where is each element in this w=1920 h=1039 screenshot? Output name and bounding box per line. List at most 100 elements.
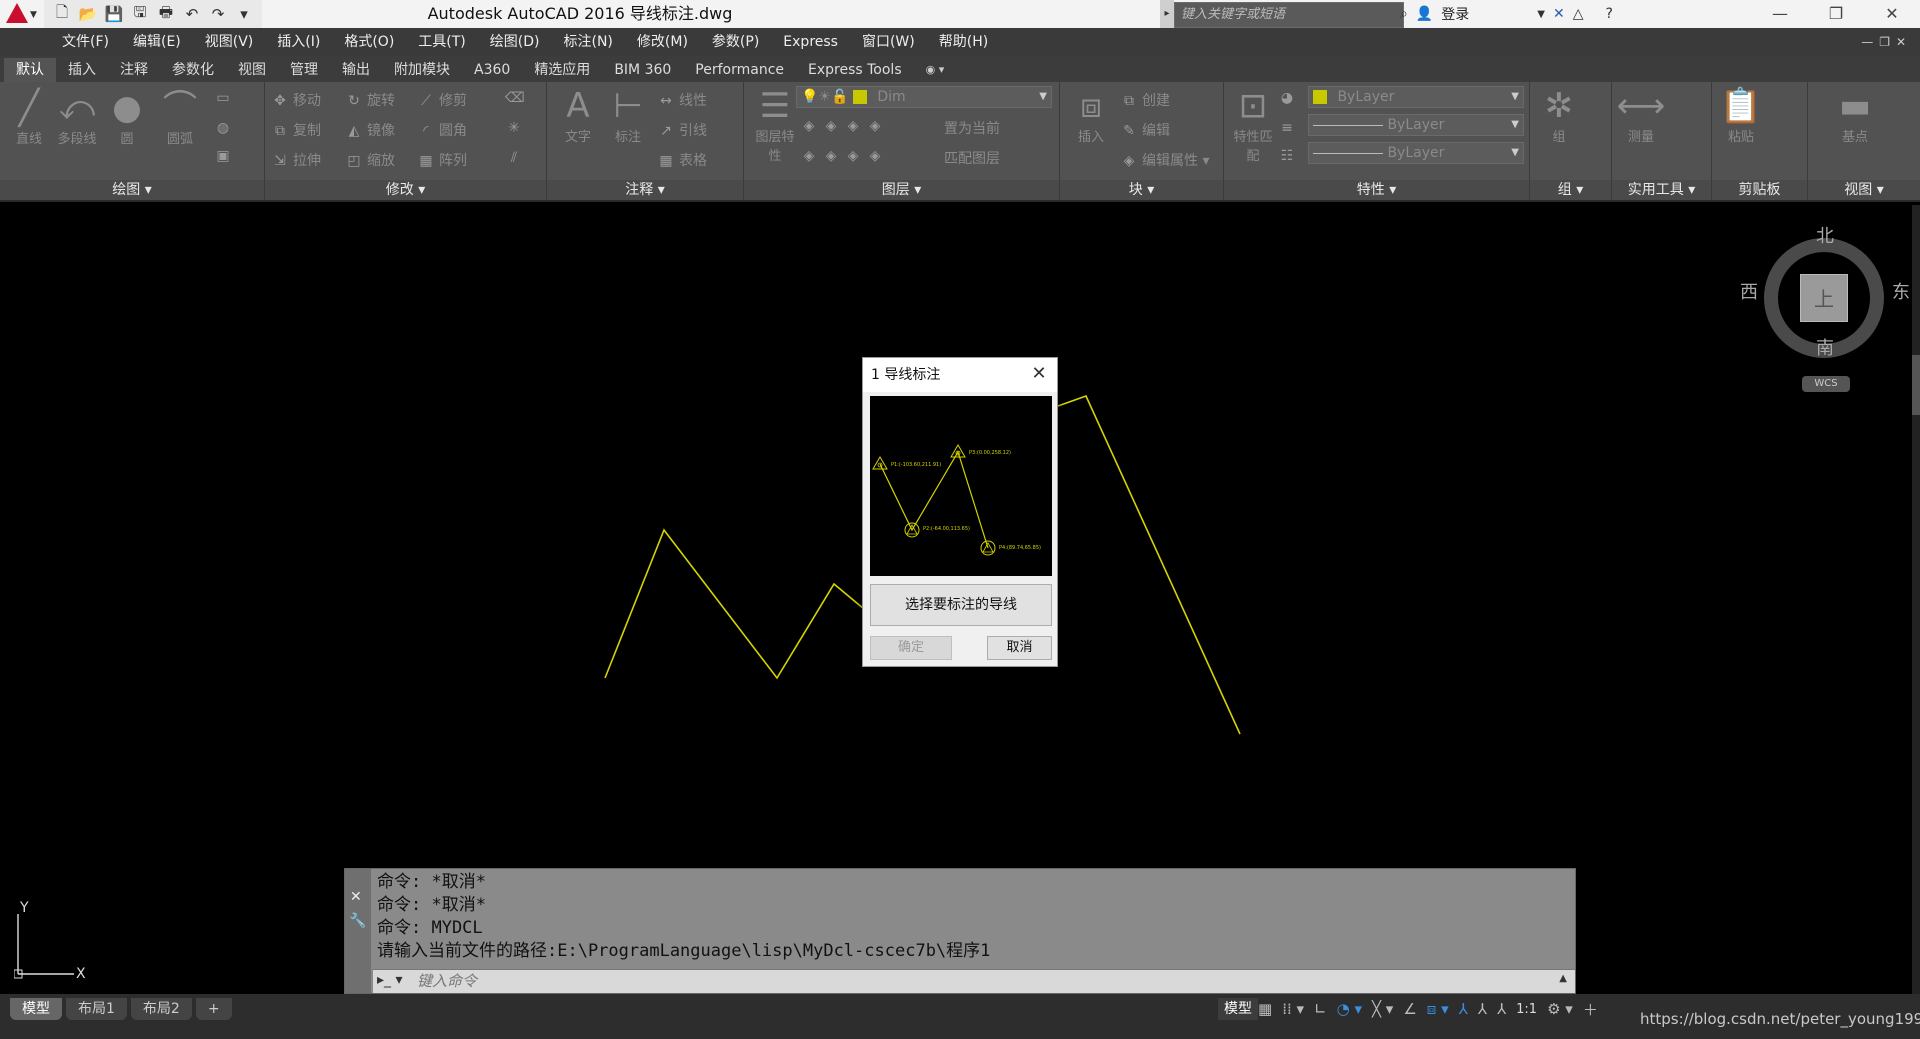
leader-tool[interactable]: ↗ 引线	[657, 120, 707, 140]
restore-icon[interactable]: ❐	[1808, 0, 1864, 28]
annotation-scale-icon[interactable]: ⅄	[1497, 1000, 1506, 1018]
match-layer-tool[interactable]: 匹配图层	[944, 148, 1000, 168]
vertical-scrollbar[interactable]	[1912, 205, 1920, 995]
viewcube-top-face[interactable]: 上	[1800, 274, 1848, 322]
viewcube[interactable]: 北 南 西 东 上 WCS	[1740, 218, 1910, 398]
wrench-icon[interactable]: 🔧	[349, 913, 366, 929]
close-icon[interactable]: ✕	[350, 889, 362, 905]
panel-clipboard-title[interactable]: 剪贴板	[1712, 180, 1807, 200]
tab-express-tools[interactable]: Express Tools	[796, 58, 914, 82]
text-tool[interactable]: A 文字	[553, 86, 603, 145]
save-icon[interactable]: 💾	[102, 3, 126, 25]
workspace-icon[interactable]: ⚙ ▾	[1547, 1000, 1573, 1018]
dimension-tool[interactable]: ⊢ 标注	[603, 86, 653, 145]
compass-north[interactable]: 北	[1816, 222, 1834, 248]
command-prompt-icon[interactable]: ▸_ ▾	[377, 972, 403, 988]
document-window-controls[interactable]: —❐✕	[1861, 28, 1912, 56]
chevron-right-icon[interactable]: ▸	[1160, 0, 1174, 28]
menu-tools[interactable]: 工具(T)	[406, 28, 477, 56]
menu-format[interactable]: 格式(O)	[332, 28, 406, 56]
cancel-button[interactable]: 取消	[987, 636, 1052, 660]
undo-icon[interactable]: ↶	[180, 3, 204, 25]
circle-tool[interactable]: ● 圆	[102, 88, 152, 147]
tab-addins[interactable]: 附加模块	[382, 58, 462, 82]
select-traverse-button[interactable]: 选择要标注的导线	[870, 584, 1052, 626]
chevron-down-icon[interactable]: ▼	[1537, 9, 1545, 20]
login-link[interactable]: 登录	[1441, 4, 1469, 24]
menu-express[interactable]: Express	[771, 28, 850, 56]
new-icon[interactable]: 🗋	[50, 3, 74, 25]
tab-manage[interactable]: 管理	[278, 58, 330, 82]
saveas-icon[interactable]: 🖫	[128, 3, 152, 25]
menu-file[interactable]: 文件(F)	[50, 28, 121, 56]
measure-tool[interactable]: ⟷ 测量	[1616, 86, 1666, 145]
tab-featured-apps[interactable]: 精选应用	[522, 58, 602, 82]
menu-edit[interactable]: 编辑(E)	[121, 28, 193, 56]
erase-tool[interactable]: ⌫	[505, 90, 527, 106]
open-icon[interactable]: 📂	[76, 3, 100, 25]
tab-insert[interactable]: 插入	[56, 58, 108, 82]
hatch-tool[interactable]: ◍	[214, 120, 236, 136]
isodraft-icon[interactable]: ╳ ▾	[1372, 1000, 1393, 1018]
tab-annotate[interactable]: 注释	[108, 58, 160, 82]
tab-a360[interactable]: A360	[462, 58, 522, 82]
polyline-tool[interactable]: ⤺ 多段线	[52, 88, 102, 147]
menu-view[interactable]: 视图(V)	[193, 28, 266, 56]
mirror-tool[interactable]: ◭ 镜像	[345, 120, 395, 140]
auto-scale-icon[interactable]: ⅄	[1478, 1000, 1487, 1018]
print-icon[interactable]: 🖶	[154, 3, 178, 25]
trim-tool[interactable]: ⟋ 修剪	[417, 90, 467, 110]
rectangle-tool[interactable]: ▭	[214, 90, 236, 106]
panel-utilities-title[interactable]: 实用工具 ▾	[1612, 180, 1711, 200]
insert-block-tool[interactable]: ⧈ 插入	[1066, 86, 1116, 145]
layer-tools-row2[interactable]: ◈ ◈ ◈ ◈	[800, 148, 888, 164]
customize-icon[interactable]: ▾	[232, 3, 256, 25]
panel-view-title[interactable]: 视图 ▾	[1808, 180, 1920, 200]
offset-tool[interactable]: ⫽	[505, 150, 527, 166]
a360-icon[interactable]: △	[1573, 6, 1584, 22]
layer-dropdown[interactable]: 💡☀🔓 Dim ▼	[796, 86, 1052, 108]
close-icon[interactable]: ✕	[1864, 0, 1920, 28]
panel-groups-title[interactable]: 组 ▾	[1530, 180, 1611, 200]
linetype-dropdown[interactable]: ByLayer ▼	[1308, 142, 1524, 164]
help-icon[interactable]: ?	[1606, 6, 1613, 22]
compass-west[interactable]: 西	[1740, 278, 1758, 304]
menu-help[interactable]: 帮助(H)	[927, 28, 1000, 56]
model-space-button[interactable]: 模型	[1218, 998, 1258, 1020]
ok-button[interactable]: 确定	[870, 636, 952, 660]
command-input[interactable]	[417, 971, 1537, 991]
make-current-tool[interactable]: 置为当前	[944, 118, 1000, 138]
tab-layout1[interactable]: 布局1	[66, 998, 127, 1020]
exchange-icon[interactable]: ✕	[1553, 6, 1565, 22]
panel-properties-title[interactable]: 特性 ▾	[1224, 180, 1529, 200]
match-properties-tool[interactable]: ⊡ 特性匹配	[1228, 86, 1278, 164]
layer-properties-tool[interactable]: ☰ 图层特性	[750, 86, 800, 164]
boundary-tool[interactable]: ▣	[214, 148, 236, 164]
grid-icon[interactable]: ▦	[1258, 1000, 1272, 1018]
lineweight-dropdown[interactable]: ByLayer ▼	[1308, 114, 1524, 136]
polar-icon[interactable]: ◔ ▾	[1337, 1000, 1362, 1018]
edit-attributes-tool[interactable]: ◈ 编辑属性 ▾	[1120, 150, 1210, 170]
annotation-visibility-icon[interactable]: ⅄	[1459, 1000, 1468, 1018]
scale-tool[interactable]: ◰ 缩放	[345, 150, 395, 170]
menu-modify[interactable]: 修改(M)	[625, 28, 700, 56]
tab-parametric[interactable]: 参数化	[160, 58, 226, 82]
compass-south[interactable]: 南	[1816, 334, 1834, 360]
edit-block-tool[interactable]: ✎ 编辑	[1120, 120, 1170, 140]
add-layout-button[interactable]: +	[195, 998, 232, 1020]
compass-east[interactable]: 东	[1892, 278, 1910, 304]
panel-modify-title[interactable]: 修改 ▾	[265, 180, 546, 200]
menu-draw[interactable]: 绘图(D)	[478, 28, 552, 56]
tab-model[interactable]: 模型	[10, 998, 62, 1020]
group-tool[interactable]: ✲ 组	[1534, 86, 1584, 145]
tab-output[interactable]: 输出	[330, 58, 382, 82]
arc-tool[interactable]: ⌒ 圆弧	[155, 88, 205, 147]
fillet-tool[interactable]: ◜ 圆角	[417, 120, 467, 140]
layer-tools-row1[interactable]: ◈ ◈ ◈ ◈	[800, 118, 888, 134]
menu-insert[interactable]: 插入(I)	[265, 28, 332, 56]
menu-window[interactable]: 窗口(W)	[850, 28, 927, 56]
tab-default[interactable]: 默认	[4, 58, 56, 82]
plus-icon[interactable]: ＋	[1583, 999, 1598, 1020]
base-point-tool[interactable]: ▬ 基点	[1830, 86, 1880, 145]
chevron-up-icon[interactable]: ▲	[1559, 973, 1567, 984]
